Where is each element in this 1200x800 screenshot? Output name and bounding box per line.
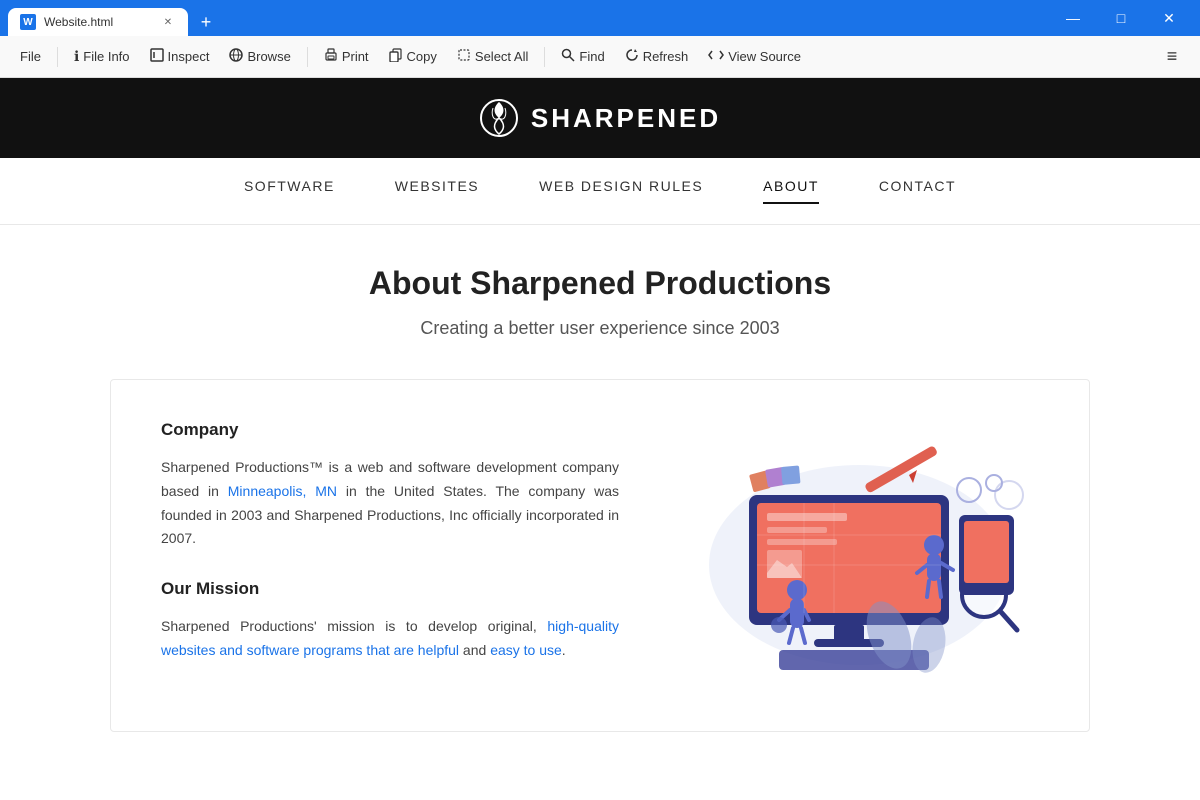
minneapolis-link[interactable]: Minneapolis, MN (228, 483, 337, 499)
maximize-button[interactable]: □ (1098, 2, 1144, 34)
mission-text-span: Sharpened Productions' mission is to dev… (161, 618, 547, 634)
company-text: Sharpened Productions™ is a web and soft… (161, 456, 619, 551)
site-main: About Sharpened Productions Creating a b… (50, 225, 1150, 772)
mission-link2[interactable]: easy to use (490, 642, 562, 658)
toolbar: File ℹ File Info Inspect Browse Print Co… (0, 36, 1200, 78)
nav-webdesign[interactable]: WEB DESIGN RULES (539, 178, 703, 204)
copy-label: Copy (407, 49, 437, 64)
mission-text-span2: and (459, 642, 490, 658)
logo-icon (479, 98, 519, 138)
inspect-icon (150, 48, 164, 65)
logo-area: SHARPENED (479, 98, 721, 138)
print-label: Print (342, 49, 369, 64)
company-heading: Company (161, 420, 619, 440)
page-title: About Sharpened Productions (110, 265, 1090, 302)
fileinfo-icon: ℹ (74, 48, 79, 65)
content-card: Company Sharpened Productions™ is a web … (110, 379, 1090, 732)
close-button[interactable]: ✕ (1146, 2, 1192, 34)
refresh-button[interactable]: Refresh (617, 44, 697, 69)
illustration (689, 435, 1029, 675)
tab-favicon: W (20, 14, 36, 30)
mission-text-span3: . (562, 642, 566, 658)
title-bar: W Website.html ✕ + — □ ✕ (0, 0, 1200, 36)
refresh-icon (625, 48, 639, 65)
viewsource-label: View Source (728, 49, 801, 64)
content-right (679, 420, 1039, 691)
website-content: SHARPENED SOFTWARE WEBSITES WEB DESIGN R… (0, 78, 1200, 800)
page-subtitle: Creating a better user experience since … (110, 318, 1090, 339)
nav-software[interactable]: SOFTWARE (244, 178, 335, 204)
copy-icon (389, 48, 403, 65)
separator-1 (57, 47, 58, 67)
viewsource-button[interactable]: View Source (700, 44, 809, 69)
refresh-label: Refresh (643, 49, 689, 64)
find-icon (561, 48, 575, 65)
content-left: Company Sharpened Productions™ is a web … (161, 420, 619, 691)
window-controls: — □ ✕ (1050, 2, 1192, 34)
site-header: SHARPENED (0, 78, 1200, 158)
selectall-label: Select All (475, 49, 528, 64)
browse-label: Browse (247, 49, 290, 64)
active-tab[interactable]: W Website.html ✕ (8, 8, 188, 36)
tab-title: Website.html (44, 15, 152, 29)
toolbar-menu: ≡ (1156, 41, 1188, 73)
separator-2 (307, 47, 308, 67)
fileinfo-label: File Info (83, 49, 129, 64)
separator-3 (544, 47, 545, 67)
copy-button[interactable]: Copy (381, 44, 445, 69)
mission-heading: Our Mission (161, 579, 619, 599)
browse-button[interactable]: Browse (221, 44, 298, 69)
menu-button[interactable]: ≡ (1156, 41, 1188, 73)
file-label: File (20, 49, 41, 64)
print-button[interactable]: Print (316, 44, 377, 69)
fileinfo-button[interactable]: ℹ File Info (66, 44, 138, 69)
new-tab-button[interactable]: + (192, 8, 220, 36)
tab-close-button[interactable]: ✕ (160, 14, 176, 30)
tab-area: W Website.html ✕ + (8, 0, 1046, 36)
selectall-icon (457, 48, 471, 65)
file-button[interactable]: File (12, 45, 49, 68)
find-label: Find (579, 49, 604, 64)
nav-about[interactable]: ABOUT (763, 178, 819, 204)
nav-websites[interactable]: WEBSITES (395, 178, 479, 204)
site-nav: SOFTWARE WEBSITES WEB DESIGN RULES ABOUT… (0, 158, 1200, 225)
mission-text: Sharpened Productions' mission is to dev… (161, 615, 619, 663)
minimize-button[interactable]: — (1050, 2, 1096, 34)
find-button[interactable]: Find (553, 44, 612, 69)
viewsource-icon (708, 48, 724, 65)
selectall-button[interactable]: Select All (449, 44, 536, 69)
inspect-button[interactable]: Inspect (142, 44, 218, 69)
logo-text: SHARPENED (531, 103, 721, 134)
nav-contact[interactable]: CONTACT (879, 178, 956, 204)
inspect-label: Inspect (168, 49, 210, 64)
browse-icon (229, 48, 243, 65)
print-icon (324, 48, 338, 65)
